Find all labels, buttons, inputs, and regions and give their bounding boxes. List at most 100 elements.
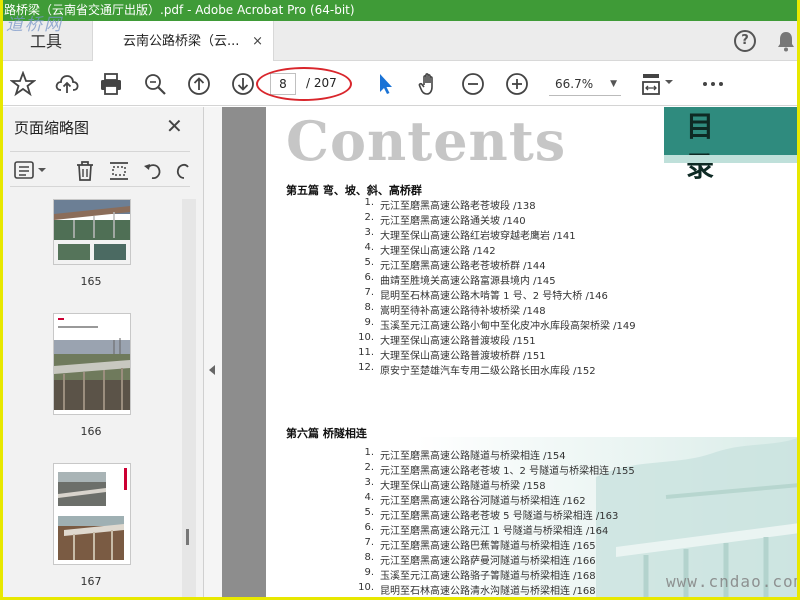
page-navigator: 8 / 207 [262,71,346,97]
page-thumbnails-panel: 页面缩略图 ✕ 165 166 167 [0,107,204,600]
toc-entry-text: 元江至磨黑高速公路老苍坡段 /138 [380,201,536,212]
contents-heading: Contents [286,109,567,173]
panel-toolbar [10,151,190,187]
toc-entry-text: 大理至保山高速公路红岩坡穿越老鹰岩 /141 [380,231,576,242]
page-up-icon[interactable] [186,71,212,97]
scrollbar-handle[interactable] [186,529,189,545]
toc-entry-number: 7. [364,287,374,298]
panel-title: 页面缩略图 [14,119,90,137]
toc-entry-number: 5. [364,507,374,518]
print-icon[interactable] [98,71,124,97]
thumbnail-scrollbar[interactable] [182,199,196,599]
bridge-photo-thumbnail [54,314,130,414]
zoom-out-icon[interactable] [460,71,486,97]
current-page-input[interactable]: 8 [270,73,296,95]
pdf-page: Contents 目 录 第五篇 弯、坡、斜、高桥群 1. 元江至磨黑高速公路老苍… [266,107,800,600]
document-viewer[interactable]: Contents 目 录 第五篇 弯、坡、斜、高桥群 1. 元江至磨黑高速公路老苍… [222,107,800,600]
page-thumbnail[interactable] [53,463,131,565]
mulu-banner-underline [664,155,800,163]
total-pages: / 207 [306,76,337,90]
toc-entry-text: 大理至保山高速公路隧道与桥梁 /158 [380,481,546,492]
toc-entry-text: 昆明至石林高速公路木啃箐 1 号、2 号特大桥 /146 [380,291,608,302]
bridge-photo-thumbnail [54,464,130,564]
tab-bar: 工具 云南公路桥梁（云... × ? [0,21,800,62]
thumbnail-page-number: 165 [80,275,102,288]
toc-entry-text: 元江至磨黑高速公路老苍坡桥群 /144 [380,261,546,272]
toc-entry-number: 8. [364,552,374,563]
toc-entry-number: 4. [364,492,374,503]
panel-collapse-strip[interactable] [204,107,222,600]
close-tab-icon[interactable]: × [252,21,263,63]
toc-entry-number: 9. [364,317,374,328]
thumbnail-list: 165 166 167 [0,199,182,599]
section-five-title: 第五篇 弯、坡、斜、高桥群 [286,184,422,197]
toc-entry-text: 元江至磨黑高速公路谷河隧道与桥梁相连 /162 [380,496,586,507]
page-down-icon[interactable] [230,71,256,97]
toc-entry-number: 2. [364,462,374,473]
window-frame-left [0,0,3,600]
star-icon[interactable] [10,71,36,97]
tab-document[interactable]: 云南公路桥梁（云... × [92,21,274,62]
trash-icon[interactable] [74,160,96,182]
page-thumbnail[interactable] [53,199,131,265]
toc-entry-number: 3. [364,477,374,488]
toc-entry-number: 3. [364,227,374,238]
toc-entry-number: 6. [364,522,374,533]
bell-icon[interactable] [776,30,796,52]
select-cursor-icon[interactable] [372,71,398,97]
toc-entry-text: 玉溪至元江高速公路小甸中至化皮冲水库段高架桥梁 /149 [380,321,636,332]
toc-entry-number: 9. [364,567,374,578]
upload-icon[interactable] [54,71,80,97]
toc-entry-text: 昆明至石林高速公路清水沟隧道与桥梁相连 /168 [380,586,596,597]
zoom-level-select[interactable]: 66.7% ▼ [549,72,621,96]
toc-entry-text: 元江至磨黑高速公路通关坡 /140 [380,216,526,227]
more-icon[interactable] [700,71,726,97]
toc-entry-text: 嵩明至待补高速公路待补坡桥梁 /148 [380,306,546,317]
bridge-photo-thumbnail [54,200,130,264]
toc-entry-text: 元江至磨黑高速公路老苍坡 1、2 号隧道与桥梁相连 /155 [380,466,635,477]
crop-pages-icon[interactable] [108,160,130,182]
zoom-in-icon[interactable] [504,71,530,97]
toc-entry-number: 1. [364,197,374,208]
toc-entry-number: 10. [358,332,374,343]
toc-entry-text: 大理至保山高速公路普渡坡桥群 /151 [380,351,546,362]
hand-icon[interactable] [416,71,442,97]
toc-entry-number: 8. [364,302,374,313]
main-toolbar: 8 / 207 66.7% ▼ [0,61,800,106]
page-thumbnail[interactable] [53,313,131,415]
mulu-banner: 目 录 [664,107,800,183]
toc-entry-number: 10. [358,582,374,593]
toc-entry-text: 大理至保山高速公路普渡坡段 /151 [380,336,536,347]
toc-entry-number: 2. [364,212,374,223]
thumbnail-options-icon[interactable] [14,160,48,180]
help-icon[interactable]: ? [734,30,756,52]
toc-entry-text: 元江至磨黑高速公路巴蕉箐隧道与桥梁相连 /165 [380,541,596,552]
toc-entry-text: 元江至磨黑高速公路隧道与桥梁相连 /154 [380,451,566,462]
toc-entry-number: 7. [364,537,374,548]
toc-entry-text: 大理至保山高速公路 /142 [380,246,496,257]
toc-entry-number: 4. [364,242,374,253]
site-watermark: 道桥网 [6,15,63,35]
zoom-level-value: 66.7% [555,77,594,91]
thumbnail-page-number: 167 [80,575,102,588]
rotate-left-icon[interactable] [142,160,164,182]
site-watermark-bottom: www.cndao.com [666,572,800,591]
close-panel-icon[interactable]: ✕ [166,114,183,138]
zoom-search-icon[interactable] [142,71,168,97]
toc-entry-number: 5. [364,257,374,268]
toc-entry-text: 曲靖至胜境关高速公路富源县境内 /145 [380,276,556,287]
toc-entry-number: 6. [364,272,374,283]
chevron-down-icon: ▼ [610,79,617,89]
toc-entry-text: 元江至磨黑高速公路萨曼河隧道与桥梁相连 /166 [380,556,596,567]
toc-entry-number: 1. [364,447,374,458]
toc-entry-text: 玉溪至元江高速公路骆子箐隧道与桥梁相连 /168 [380,571,596,582]
toc-entry-text: 元江至磨黑高速公路元江 1 号隧道与桥梁相连 /164 [380,526,609,537]
rotate-right-icon[interactable] [174,160,190,182]
toc-entry-number: 11. [358,347,374,358]
collapse-arrow-icon[interactable] [209,365,215,375]
fit-page-icon[interactable] [640,71,676,97]
toc-entry-number: 12. [358,362,374,373]
title-bar: 路桥梁（云南省交通厅出版）.pdf - Adobe Acrobat Pro (6… [0,0,800,21]
toc-entry-text: 原安宁至楚雄汽车专用二级公路长田水库段 /152 [380,366,596,377]
toc-entry-text: 元江至磨黑高速公路老苍坡 5 号隧道与桥梁相连 /163 [380,511,619,522]
